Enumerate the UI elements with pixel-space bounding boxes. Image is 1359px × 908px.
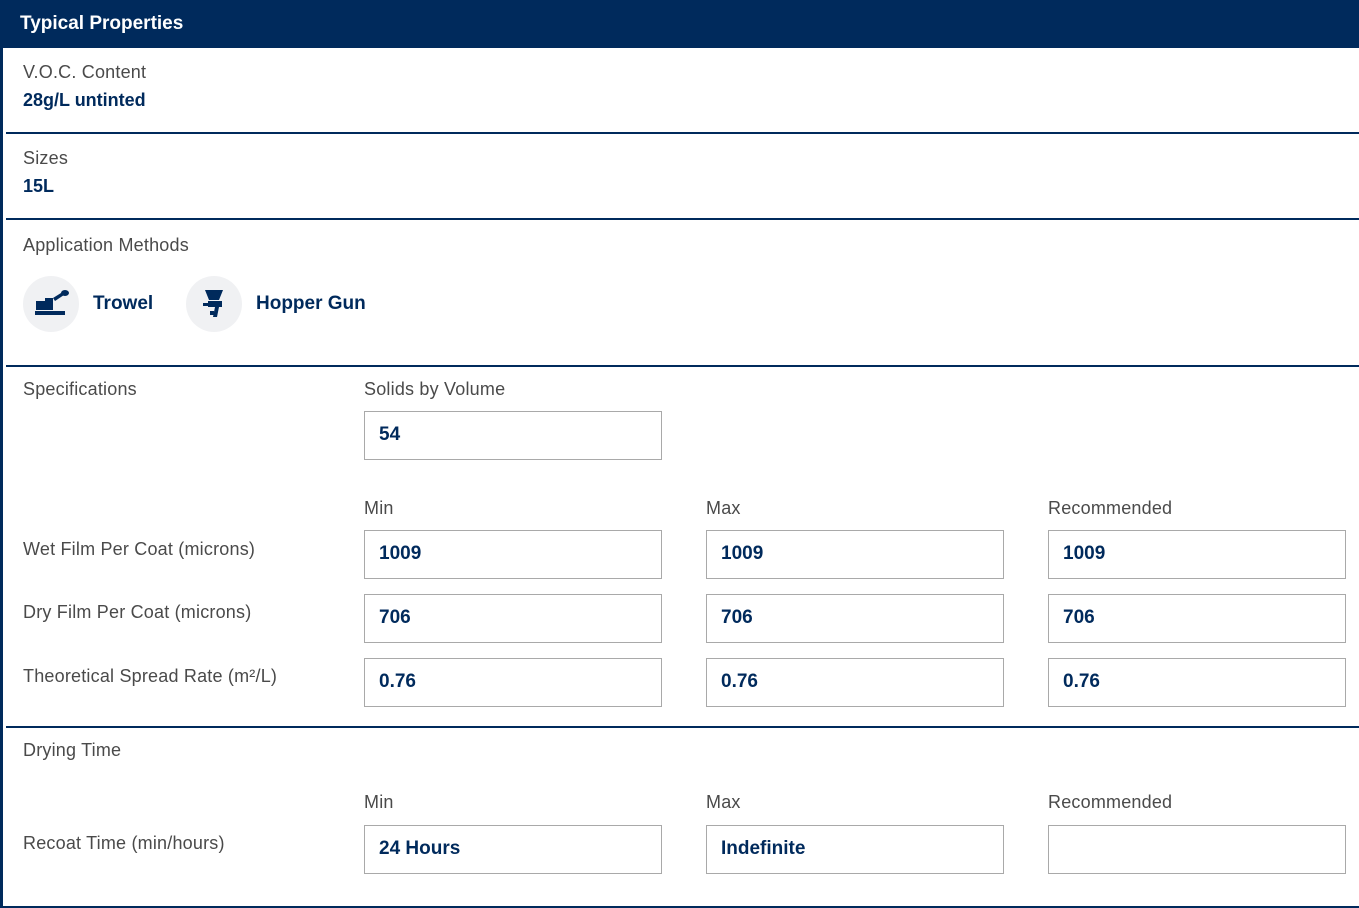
voc-label: V.O.C. Content xyxy=(23,62,147,82)
voc-value: 28g/L untinted xyxy=(23,90,146,110)
drying-col-min: Min xyxy=(364,792,394,812)
wet-film-min-field: 1009 xyxy=(364,530,662,579)
sizes-value: 15L xyxy=(23,176,55,196)
spec-row-label-spread-rate: Theoretical Spread Rate (m²/L) xyxy=(23,666,278,686)
panel-title: Typical Properties xyxy=(3,0,1359,48)
drying-row-label-recoat: Recoat Time (min/hours) xyxy=(23,833,225,853)
recoat-min-field: 24 Hours xyxy=(364,825,662,874)
method-trowel: Trowel xyxy=(23,276,153,332)
solids-by-volume-field: 54 xyxy=(364,411,662,460)
spread-rate-min-field: 0.76 xyxy=(364,658,662,707)
spec-row-label-wet-film: Wet Film Per Coat (microns) xyxy=(23,539,256,559)
solids-by-volume-label: Solids by Volume xyxy=(364,379,506,399)
typical-properties-panel: Typical Properties V.O.C. Content 28g/L … xyxy=(0,0,1359,908)
spread-rate-recommended-field: 0.76 xyxy=(1048,658,1346,707)
application-methods-section: Application Methods Trowel Hopper Gun xyxy=(6,220,1359,367)
spec-col-recommended: Recommended xyxy=(1048,498,1173,518)
specifications-label: Specifications xyxy=(23,379,137,399)
spec-row-label-dry-film: Dry Film Per Coat (microns) xyxy=(23,602,252,622)
spec-col-min: Min xyxy=(364,498,394,518)
voc-section: V.O.C. Content 28g/L untinted xyxy=(6,48,1359,134)
specifications-section: Specifications Solids by Volume 54 Min M… xyxy=(6,367,1359,728)
sizes-section: Sizes 15L xyxy=(6,134,1359,220)
dry-film-min-field: 706 xyxy=(364,594,662,643)
hopper-gun-icon xyxy=(186,276,242,332)
drying-col-recommended: Recommended xyxy=(1048,792,1173,812)
wet-film-recommended-field: 1009 xyxy=(1048,530,1346,579)
method-label-trowel: Trowel xyxy=(93,293,154,314)
drying-col-max: Max xyxy=(706,792,741,812)
method-label-hopper-gun: Hopper Gun xyxy=(256,293,366,314)
drying-time-section: Drying Time Min Max Recommended Recoat T… xyxy=(6,728,1359,906)
recoat-recommended-field xyxy=(1048,825,1346,874)
dry-film-max-field: 706 xyxy=(706,594,1004,643)
dry-film-recommended-field: 706 xyxy=(1048,594,1346,643)
application-methods-label: Application Methods xyxy=(23,235,189,255)
recoat-max-field: Indefinite xyxy=(706,825,1004,874)
wet-film-max-field: 1009 xyxy=(706,530,1004,579)
method-hopper-gun: Hopper Gun xyxy=(186,276,366,332)
spec-col-max: Max xyxy=(706,498,741,518)
trowel-icon xyxy=(23,276,79,332)
drying-time-label: Drying Time xyxy=(23,740,122,760)
spread-rate-max-field: 0.76 xyxy=(706,658,1004,707)
sizes-label: Sizes xyxy=(23,148,69,168)
